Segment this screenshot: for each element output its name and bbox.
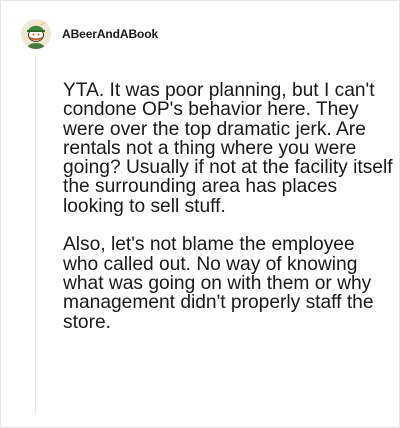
comment-paragraph: YTA. It was poor planning, but I can't c… — [63, 80, 393, 217]
user-avatar[interactable] — [21, 19, 51, 49]
comment-username[interactable]: ABeerAndABook — [62, 27, 158, 41]
snoo-avatar-icon — [21, 19, 51, 49]
comment-card: ABeerAndABook YTA. It was poor planning,… — [0, 0, 400, 428]
comment-paragraph: Also, let's not blame the employee who c… — [63, 234, 374, 333]
comment-body: YTA. It was poor planning, but I can't c… — [63, 81, 393, 332]
thread-line[interactable] — [35, 57, 36, 413]
